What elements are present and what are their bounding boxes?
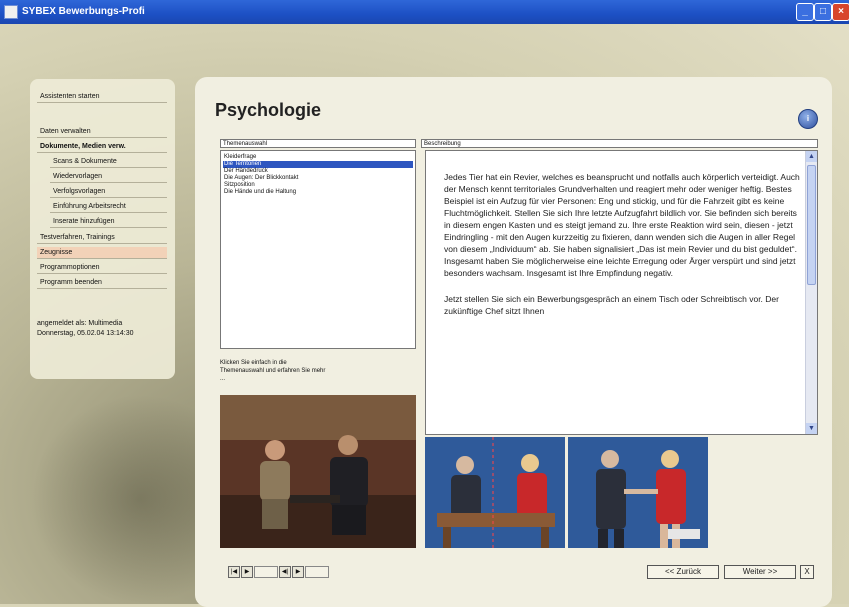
- media-volume[interactable]: [305, 566, 329, 578]
- topic-hint: Klicken Sie einfach in die Themenauswahl…: [220, 360, 326, 382]
- sidebar-item-scans[interactable]: Scans & Dokumente: [50, 156, 167, 168]
- info-button[interactable]: i: [798, 109, 818, 129]
- next-button[interactable]: Weiter >>: [724, 565, 796, 579]
- topics-header: Themenauswahl: [220, 139, 416, 148]
- sidebar: Assistenten starten Daten verwalten Doku…: [30, 79, 175, 379]
- topic-item[interactable]: Der Händedruck: [223, 168, 413, 175]
- scroll-down-icon[interactable]: ▼: [806, 423, 817, 434]
- sidebar-item-daten[interactable]: Daten verwalten: [37, 126, 167, 138]
- sidebar-item-inserate[interactable]: Inserate hinzufügen: [50, 216, 167, 228]
- close-window-button[interactable]: ×: [832, 3, 849, 21]
- media-controls: |◀ ▶ ◀| ▶: [228, 566, 330, 578]
- topic-item[interactable]: Die Hände und die Haltung: [223, 189, 413, 196]
- sidebar-item-beenden[interactable]: Programm beenden: [37, 277, 167, 289]
- login-user: angemeldet als: Multimedia: [37, 320, 123, 327]
- app-icon: [4, 5, 18, 19]
- page-title: Psychologie: [215, 100, 322, 120]
- description-viewport: Jedes Tier hat ein Revier, welches es be…: [426, 151, 806, 434]
- close-button[interactable]: X: [800, 565, 814, 579]
- sidebar-item-zeugnisse[interactable]: Zeugnisse: [37, 247, 167, 259]
- description-text: Jedes Tier hat ein Revier, welches es be…: [444, 171, 800, 331]
- play-button[interactable]: ▶: [241, 566, 253, 578]
- login-status: angemeldet als: Multimedia Donnerstag, 0…: [37, 319, 172, 339]
- video-player[interactable]: [220, 395, 416, 548]
- next-frame-button[interactable]: ▶: [292, 566, 304, 578]
- description-header: Beschreibung: [421, 139, 818, 148]
- sidebar-item-wiedervorlagen[interactable]: Wiedervorlagen: [50, 171, 167, 183]
- main-panel: Psychologie i Themenauswahl Beschreibung…: [195, 77, 832, 607]
- photo-handshake: [568, 437, 708, 548]
- title-bar: SYBEX Bewerbungs-Profi _ □ ×: [0, 0, 849, 24]
- topic-item-selected[interactable]: Die Territorien: [223, 161, 413, 168]
- media-progress[interactable]: [254, 566, 278, 578]
- topic-item[interactable]: Sitzposition: [223, 182, 413, 189]
- topic-item[interactable]: Die Augen: Der Blickkontakt: [223, 175, 413, 182]
- scroll-thumb[interactable]: [807, 165, 816, 285]
- back-button[interactable]: << Zurück: [647, 565, 719, 579]
- photo-desk: [425, 437, 565, 548]
- sidebar-item-tests[interactable]: Testverfahren, Trainings: [37, 232, 167, 244]
- photo-desk-image: [425, 437, 565, 548]
- description-box[interactable]: Jedes Tier hat ein Revier, welches es be…: [425, 150, 818, 435]
- window-title: SYBEX Bewerbungs-Profi: [22, 6, 145, 17]
- sidebar-item-optionen[interactable]: Programmoptionen: [37, 262, 167, 274]
- sidebar-item-verfolgsvorlagen[interactable]: Verfolgsvorlagen: [50, 186, 167, 198]
- topic-item[interactable]: Kleiderfrage: [223, 154, 413, 161]
- previous-button[interactable]: ◀|: [279, 566, 291, 578]
- app-background: Assistenten starten Daten verwalten Doku…: [0, 24, 849, 607]
- scroll-up-icon[interactable]: ▲: [806, 151, 817, 162]
- login-datetime: Donnerstag, 05.02.04 13:14:30: [37, 330, 134, 337]
- minimize-button[interactable]: _: [796, 3, 814, 21]
- sidebar-item-dokumente[interactable]: Dokumente, Medien verw.: [37, 141, 167, 153]
- sidebar-item-assistenten[interactable]: Assistenten starten: [37, 91, 167, 103]
- description-paragraph: Jetzt stellen Sie sich ein Bewerbungsges…: [444, 294, 779, 316]
- sidebar-item-arbeitsrecht[interactable]: Einführung Arbeitsrecht: [50, 201, 167, 213]
- photo-handshake-image: [568, 437, 708, 548]
- video-frame: [220, 395, 416, 548]
- first-frame-button[interactable]: |◀: [228, 566, 240, 578]
- description-paragraph: Jedes Tier hat ein Revier, welches es be…: [444, 172, 800, 278]
- maximize-button[interactable]: □: [814, 3, 832, 21]
- topic-list[interactable]: Kleiderfrage Die Territorien Der Händedr…: [220, 150, 416, 349]
- description-scrollbar[interactable]: ▲ ▼: [805, 151, 817, 434]
